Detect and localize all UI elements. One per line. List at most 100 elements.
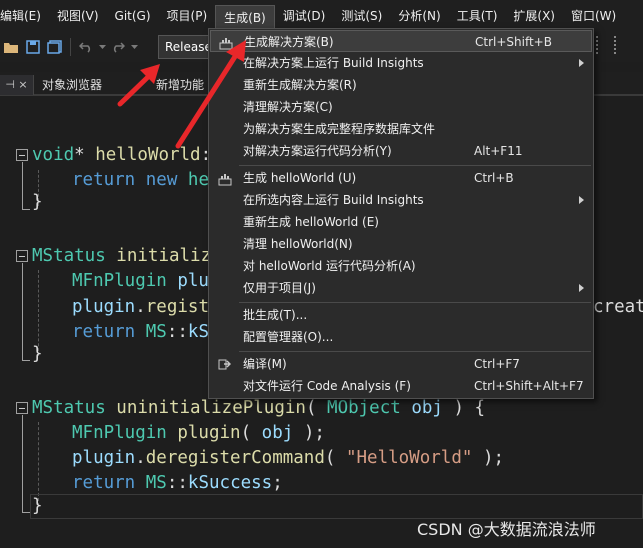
menu-item-clean-project[interactable]: 清理 helloWorld(N) bbox=[210, 233, 592, 255]
open-folder-icon[interactable] bbox=[0, 36, 22, 58]
tab-new-features[interactable]: 新增功能 bbox=[156, 75, 204, 95]
menu-debug[interactable]: 调试(D) bbox=[275, 5, 334, 27]
menu-project[interactable]: 项目(P) bbox=[159, 5, 216, 27]
menu-item-shortcut: Ctrl+Shift+B bbox=[475, 35, 552, 49]
fold-toggle-icon[interactable] bbox=[16, 402, 28, 414]
code-token: MFnPlugin bbox=[72, 271, 178, 291]
code-line: void* helloWorld: bbox=[32, 143, 211, 167]
code-token: plugin bbox=[72, 448, 136, 468]
fold-toggle-icon[interactable] bbox=[16, 149, 28, 161]
menu-item-compile[interactable]: 编译(M) Ctrl+F7 bbox=[210, 353, 592, 375]
code-token: ( bbox=[324, 448, 346, 468]
build-project-icon bbox=[218, 171, 232, 186]
save-icon[interactable] bbox=[22, 36, 44, 58]
submenu-arrow-icon bbox=[579, 284, 584, 292]
code-token: new bbox=[145, 170, 188, 190]
menu-item-label: 重新生成 helloWorld (E) bbox=[243, 215, 379, 229]
code-token: kS bbox=[187, 322, 209, 342]
code-line: return MS::kS bbox=[72, 320, 209, 344]
code-line-brace: } bbox=[32, 496, 43, 516]
menu-edit[interactable]: 编辑(E) bbox=[0, 5, 49, 27]
menu-item-label: 生成解决方案(B) bbox=[244, 35, 334, 49]
menu-item-run-build-insights-selection[interactable]: 在所选内容上运行 Build Insights bbox=[210, 189, 592, 211]
code-token: ; bbox=[272, 473, 283, 493]
code-token: ( bbox=[240, 423, 262, 443]
menu-git[interactable]: Git(G) bbox=[107, 5, 159, 27]
menu-item-rebuild-solution[interactable]: 重新生成解决方案(R) bbox=[210, 74, 592, 96]
undo-dropdown-icon[interactable] bbox=[97, 36, 107, 58]
build-solution-icon bbox=[219, 35, 233, 50]
code-token: MS bbox=[145, 473, 167, 493]
menu-item-shortcut: Ctrl+Shift+Alt+F7 bbox=[474, 379, 584, 393]
menu-item-label: 在解决方案上运行 Build Insights bbox=[243, 56, 424, 70]
menu-item-label: 配置管理器(O)... bbox=[243, 330, 334, 344]
watermark: CSDN @大数据流浪法师 bbox=[417, 520, 596, 539]
menu-item-label: 对解决方案运行代码分析(Y) bbox=[243, 144, 392, 158]
code-token: creato bbox=[593, 297, 643, 317]
menu-extensions[interactable]: 扩展(X) bbox=[505, 5, 563, 27]
menu-item-analyze-project[interactable]: 对 helloWorld 运行代码分析(A) bbox=[210, 255, 592, 277]
code-token: MStatus bbox=[32, 398, 117, 418]
tab-object-browser[interactable]: 对象浏览器 bbox=[42, 75, 102, 95]
code-token: plugin bbox=[72, 297, 136, 317]
menu-item-label: 批生成(T)... bbox=[243, 308, 308, 322]
fold-guide bbox=[22, 263, 30, 361]
menu-test[interactable]: 测试(S) bbox=[333, 5, 390, 27]
code-token: return bbox=[72, 322, 146, 342]
code-token: :: bbox=[166, 322, 188, 342]
menu-item-clean-solution[interactable]: 清理解决方案(C) bbox=[210, 96, 592, 118]
menu-tools[interactable]: 工具(T) bbox=[449, 5, 506, 27]
code-token: regist bbox=[145, 297, 209, 317]
code-token: . bbox=[135, 297, 146, 317]
menu-item-label: 在所选内容上运行 Build Insights bbox=[243, 193, 424, 207]
menu-item-run-code-analysis-file[interactable]: 对文件运行 Code Analysis (F) Ctrl+Shift+Alt+F… bbox=[210, 375, 592, 397]
submenu-arrow-icon bbox=[579, 196, 584, 204]
code-token: ) { bbox=[453, 398, 486, 418]
menu-view[interactable]: 视图(V) bbox=[49, 5, 107, 27]
menu-item-shortcut: Ctrl+B bbox=[474, 171, 514, 185]
fold-toggle-icon[interactable] bbox=[16, 250, 28, 262]
menu-item-build-project[interactable]: 生成 helloWorld (U) Ctrl+B bbox=[210, 167, 592, 189]
toolbar-icon-a[interactable] bbox=[596, 36, 608, 54]
code-token: deregisterCommand bbox=[145, 448, 325, 468]
code-token: uninitializePlugin bbox=[116, 398, 306, 418]
code-line: MStatus initializ bbox=[32, 244, 211, 268]
menu-item-label: 为解决方案生成完整程序数据库文件 bbox=[243, 122, 436, 136]
code-token: obj bbox=[411, 398, 454, 418]
menu-item-build-solution[interactable]: 生成解决方案(B) Ctrl+Shift+B bbox=[210, 30, 592, 52]
code-token: * bbox=[74, 145, 96, 165]
menu-item-generate-pdb[interactable]: 为解决方案生成完整程序数据库文件 bbox=[210, 118, 592, 140]
code-token: :: bbox=[166, 473, 188, 493]
menu-analyze[interactable]: 分析(N) bbox=[390, 5, 448, 27]
menu-item-run-build-insights-solution[interactable]: 在解决方案上运行 Build Insights bbox=[210, 52, 592, 74]
menu-item-rebuild-project[interactable]: 重新生成 helloWorld (E) bbox=[210, 211, 592, 233]
build-menu-dropdown: 生成解决方案(B) Ctrl+Shift+B 在解决方案上运行 Build In… bbox=[208, 28, 594, 399]
redo-dropdown-icon[interactable] bbox=[129, 36, 139, 58]
menu-item-label: 清理 helloWorld(N) bbox=[243, 237, 353, 251]
code-token: MObject bbox=[327, 398, 412, 418]
fold-guide bbox=[22, 162, 30, 210]
menu-item-project-only[interactable]: 仅用于项目(J) bbox=[210, 277, 592, 299]
undo-icon[interactable] bbox=[75, 36, 97, 58]
code-token: MFnPlugin bbox=[72, 423, 178, 443]
save-all-icon[interactable] bbox=[44, 36, 66, 58]
toolbar-icon-b[interactable] bbox=[614, 36, 626, 54]
menu-item-label: 编译(M) bbox=[243, 357, 287, 371]
redo-icon[interactable] bbox=[107, 36, 129, 58]
code-token: initializ bbox=[116, 246, 212, 266]
menu-item-batch-build[interactable]: 批生成(T)... bbox=[210, 304, 592, 326]
menu-window[interactable]: 窗口(W) bbox=[563, 5, 624, 27]
menu-item-configuration-manager[interactable]: 配置管理器(O)... bbox=[210, 326, 592, 348]
menu-item-label: 对 helloWorld 运行代码分析(A) bbox=[243, 259, 416, 273]
code-line: return new he bbox=[72, 168, 209, 192]
menu-item-analyze-solution[interactable]: 对解决方案运行代码分析(Y) Alt+F11 bbox=[210, 140, 592, 162]
code-token: kSuccess bbox=[187, 473, 273, 493]
code-line: MFnPlugin plug bbox=[72, 269, 220, 293]
menu-item-label: 清理解决方案(C) bbox=[243, 100, 333, 114]
menu-item-shortcut: Alt+F11 bbox=[474, 144, 523, 158]
pin-tab-icon[interactable]: ⊣ × bbox=[0, 75, 34, 95]
solution-configuration-select[interactable]: Release bbox=[158, 35, 214, 59]
menu-item-label: 重新生成解决方案(R) bbox=[243, 78, 357, 92]
code-token: helloWorld bbox=[95, 145, 201, 165]
code-token: ( bbox=[305, 398, 328, 418]
